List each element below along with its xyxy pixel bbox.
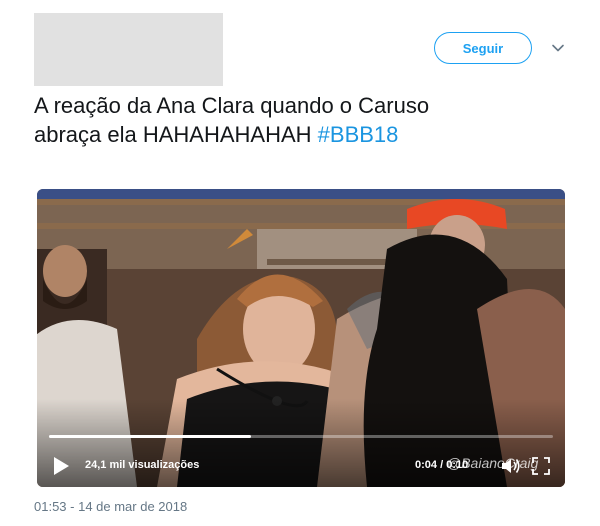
follow-button[interactable]: Seguir — [434, 32, 532, 64]
view-count: 24,1 mil visualizações — [85, 459, 200, 471]
video-progress-fill — [49, 435, 251, 438]
video-progress-bar[interactable] — [49, 435, 553, 438]
play-icon[interactable] — [51, 455, 71, 477]
blurred-profile-header — [34, 13, 223, 86]
fullscreen-icon[interactable] — [531, 456, 551, 476]
tweet-text: A reação da Ana Clara quando o Caruso ab… — [34, 91, 574, 149]
tweet-timestamp[interactable]: 01:53 - 14 de mar de 2018 — [34, 499, 187, 514]
volume-icon[interactable] — [499, 455, 521, 477]
chevron-down-icon[interactable] — [551, 41, 565, 55]
video-time: 0:04 / 0:10 — [415, 459, 469, 471]
video-frame — [37, 189, 565, 487]
tweet-text-line-2-text: abraça ela HAHAHAHAHAH — [34, 122, 318, 147]
tweet-text-line-2: abraça ela HAHAHAHAHAH #BBB18 — [34, 120, 574, 149]
hashtag-link[interactable]: #BBB18 — [318, 122, 399, 147]
video-player[interactable]: 24,1 mil visualizações @BaianoCraig 0:04… — [37, 189, 565, 487]
tweet-text-line-1: A reação da Ana Clara quando o Caruso — [34, 93, 430, 118]
